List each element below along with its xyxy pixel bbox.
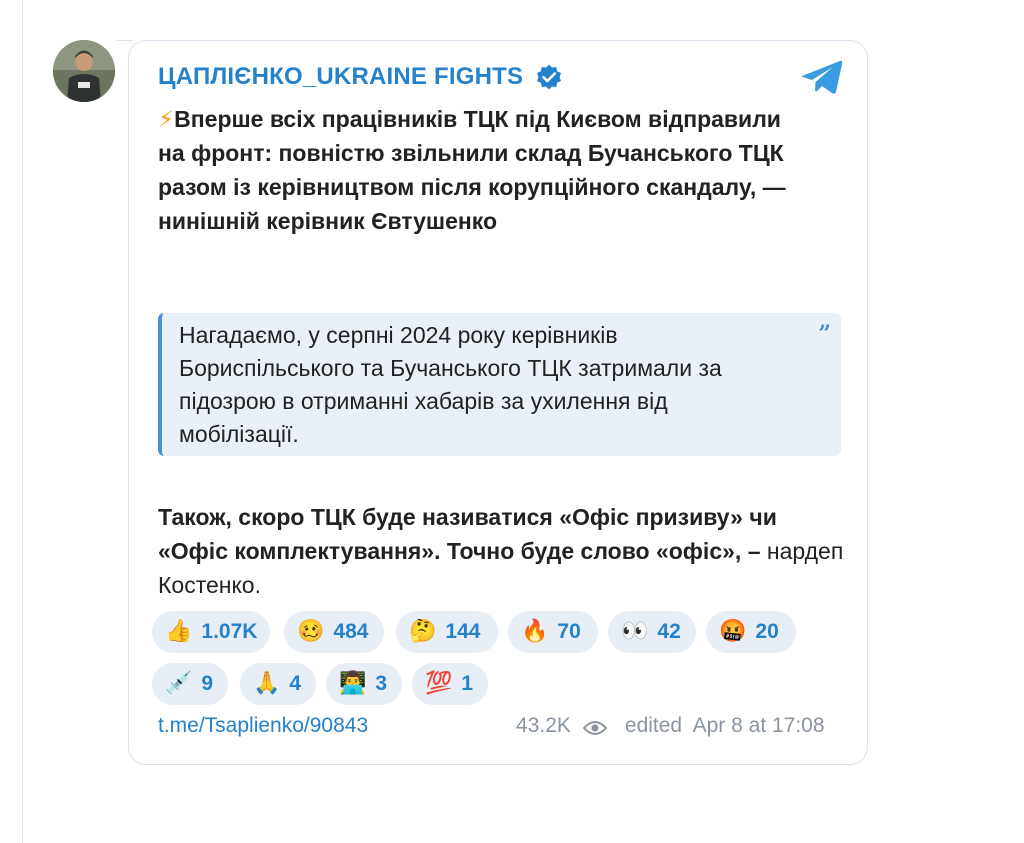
quote-mark-icon: ”: [818, 321, 831, 347]
quote-text: Нагадаємо, у серпні 2024 року керівників…: [179, 322, 722, 447]
post-headline: ⚡Вперше всіх працівників ТЦК під Києвом …: [158, 102, 808, 238]
eyes-icon: 👀: [621, 619, 649, 644]
reaction-eyes[interactable]: 👀 42: [608, 611, 696, 653]
reaction-count: 3: [375, 672, 388, 695]
reaction-count: 1: [461, 672, 474, 695]
thumbs-up-icon: 👍: [165, 619, 193, 644]
reaction-hundred-points[interactable]: 💯 1: [412, 663, 488, 705]
reaction-thumbs-up[interactable]: 👍 1.07K: [152, 611, 270, 653]
reaction-count: 9: [201, 672, 214, 695]
headline-text: Вперше всіх працівників ТЦК під Києвом в…: [158, 106, 786, 234]
reaction-count: 20: [755, 620, 779, 643]
timeline-divider: [22, 0, 23, 843]
reaction-cursing-face[interactable]: 🤬 20: [706, 611, 796, 653]
avatar-image: [53, 40, 115, 102]
reaction-count: 144: [445, 620, 481, 643]
verified-badge-icon: [535, 63, 563, 91]
woozy-face-icon: 🥴: [297, 619, 325, 644]
post-meta: 43.2K edited Apr 8 at 17:08: [516, 714, 825, 738]
reaction-count: 70: [557, 620, 581, 643]
reaction-syringe[interactable]: 💉 9: [152, 663, 228, 705]
post-body: Також, скоро ТЦК буде називатися «Офіс п…: [158, 500, 848, 602]
cursing-face-icon: 🤬: [719, 619, 747, 644]
reaction-count: 1.07K: [201, 620, 258, 643]
folded-hands-icon: 🙏: [253, 671, 281, 696]
reaction-technologist[interactable]: 👨‍💻 3: [326, 663, 402, 705]
lightning-icon: ⚡: [158, 106, 175, 132]
channel-header: ЦАПЛІЄНКО_UKRAINE FIGHTS: [158, 60, 563, 94]
hundred-points-icon: 💯: [425, 671, 453, 696]
technologist-icon: 👨‍💻: [339, 671, 367, 696]
channel-name[interactable]: ЦАПЛІЄНКО_UKRAINE FIGHTS: [158, 63, 523, 91]
fire-icon: 🔥: [521, 619, 549, 644]
reaction-folded-hands[interactable]: 🙏 4: [240, 663, 316, 705]
thinking-face-icon: 🤔: [409, 619, 437, 644]
telegram-logo-icon[interactable]: [800, 58, 844, 98]
reaction-count: 4: [289, 672, 302, 695]
avatar[interactable]: [53, 40, 115, 102]
reaction-woozy-face[interactable]: 🥴 484: [284, 611, 384, 653]
reaction-thinking-face[interactable]: 🤔 144: [396, 611, 498, 653]
body-bold-text: Також, скоро ТЦК буде називатися «Офіс п…: [158, 504, 777, 564]
reaction-count: 42: [657, 620, 681, 643]
syringe-icon: 💉: [165, 671, 193, 696]
reaction-fire[interactable]: 🔥 70: [508, 611, 598, 653]
eye-icon: [582, 718, 608, 735]
reaction-count: 484: [333, 620, 369, 643]
post-permalink[interactable]: t.me/Tsaplienko/90843: [158, 714, 368, 738]
quote-block: Нагадаємо, у серпні 2024 року керівників…: [158, 313, 841, 456]
view-count: 43.2K: [516, 714, 571, 737]
edited-timestamp: edited Apr 8 at 17:08: [624, 714, 825, 737]
